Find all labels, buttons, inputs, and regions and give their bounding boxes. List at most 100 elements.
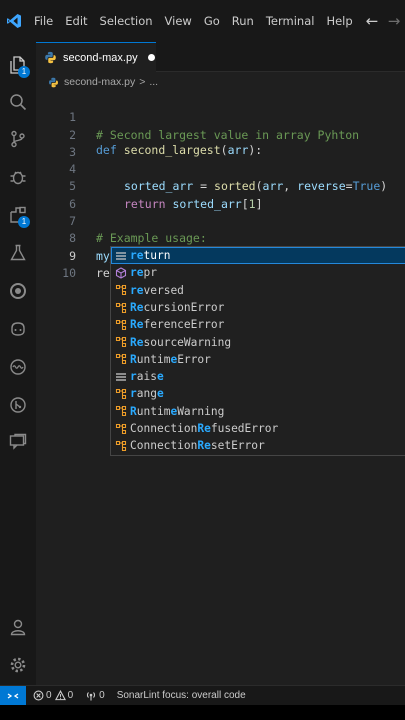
suggestion-item[interactable]: ReferenceError — [111, 316, 405, 333]
suggestion-label: RecursionError — [130, 300, 225, 314]
suggestion-item[interactable]: range — [111, 385, 405, 402]
breadcrumb: second-max.py > ... — [36, 72, 405, 92]
broadcast-icon — [87, 692, 96, 701]
sonarlint-focus-label: SonarLint focus: overall code — [116, 690, 246, 701]
suggestion-item[interactable]: ConnectionRefusedError — [111, 420, 405, 437]
status-bar: 0 0 0 SonarLint focus: overall code — [0, 685, 405, 706]
activity-bar: 1 1 — [0, 42, 36, 685]
keyword-icon — [114, 370, 128, 384]
problems-indicator[interactable]: 0 0 — [33, 690, 73, 701]
menu-help[interactable]: Help — [320, 0, 358, 42]
testing-button[interactable] — [0, 238, 36, 268]
menu-edit[interactable]: Edit — [59, 0, 93, 42]
suggestion-label: reversed — [130, 283, 184, 297]
suggestion-item[interactable]: repr — [111, 264, 405, 281]
unsaved-dot-icon[interactable] — [147, 54, 155, 61]
menu-file[interactable]: File — [28, 0, 59, 42]
extensions-button[interactable]: 1 — [0, 200, 36, 230]
remote-icon — [7, 692, 19, 699]
editor-tab-bar: second-max.py — [36, 42, 405, 72]
forward-arrow-icon[interactable]: → — [383, 12, 405, 30]
remote-indicator-button[interactable] — [0, 685, 26, 706]
suggestion-label: ReferenceError — [130, 318, 225, 332]
search-button[interactable] — [0, 87, 36, 117]
typed-text: re — [96, 265, 110, 280]
error-icon — [33, 690, 44, 701]
account-icon — [10, 619, 26, 636]
menu-go[interactable]: Go — [198, 0, 226, 42]
sonarlint-button[interactable] — [0, 276, 36, 306]
accounts-button[interactable] — [0, 612, 36, 642]
code-line: 2 — [36, 109, 405, 142]
menu-view[interactable]: View — [159, 0, 198, 42]
code-line: 4 sorted_arr = sorted(arr, reverse=True) — [36, 144, 405, 193]
class-icon — [114, 335, 128, 349]
explorer-badge: 1 — [18, 66, 30, 78]
tab-second-max-py[interactable]: second-max.py — [36, 42, 156, 72]
explorer-button[interactable]: 1 — [0, 50, 36, 80]
code-line: 8 my_array = [10, 5, 8, 12, 7] — [36, 213, 405, 262]
suggestion-item[interactable]: return — [111, 247, 405, 265]
back-arrow-icon[interactable]: ← — [361, 12, 383, 30]
source-control-button[interactable] — [0, 124, 36, 154]
class-icon — [114, 352, 128, 366]
suggestion-item[interactable]: reversed — [111, 282, 405, 299]
wave-panel-button[interactable] — [0, 352, 36, 382]
suggestion-label: raise — [130, 370, 164, 384]
class-icon — [114, 422, 128, 436]
suggestion-label: ConnectionResetError — [130, 439, 265, 453]
warning-count: 0 — [67, 690, 74, 701]
navigation-controls: ← → — [361, 0, 405, 42]
code-line: 5 return sorted_arr[1] — [36, 161, 405, 210]
menu-terminal[interactable]: Terminal — [260, 0, 321, 42]
ports-count: 0 — [99, 690, 105, 701]
breadcrumb-symbol[interactable]: ... — [149, 76, 158, 88]
remote-explorer-button[interactable] — [0, 427, 36, 457]
breadcrumb-separator: > — [139, 76, 146, 88]
suggestion-item[interactable]: ResourceWarning — [111, 334, 405, 351]
menu-selection[interactable]: Selection — [94, 0, 159, 42]
tab-label: second-max.py — [63, 51, 138, 64]
suggestion-item[interactable]: ConnectionResetError — [111, 437, 405, 454]
bug-icon — [10, 171, 26, 185]
run-debug-button[interactable] — [0, 162, 36, 192]
vscode-logo-icon[interactable] — [0, 0, 28, 42]
suggestion-label: return — [130, 249, 171, 262]
class-icon — [114, 387, 128, 401]
suggestion-item[interactable]: RecursionError — [111, 299, 405, 316]
keyword-icon — [114, 249, 128, 263]
suggestion-label: ResourceWarning — [130, 335, 232, 349]
manage-button[interactable] — [0, 650, 36, 680]
error-count: 0 — [46, 690, 52, 701]
copilot-icon — [11, 322, 25, 336]
suggestion-item[interactable]: RuntimeError — [111, 351, 405, 368]
class-icon — [114, 404, 128, 418]
line-number: 10 — [62, 265, 76, 280]
git-graph-button[interactable] — [0, 390, 36, 420]
function-cube-icon — [114, 266, 128, 280]
suggestion-item[interactable]: raise — [111, 368, 405, 385]
code-line: def second_largest(arr): — [36, 125, 405, 157]
python-file-icon — [49, 77, 58, 87]
class-icon — [114, 283, 128, 297]
code-line: 7 # Example usage: — [36, 196, 405, 245]
flask-icon — [10, 244, 26, 261]
sonarlint-icon — [10, 283, 26, 299]
warning-icon — [54, 690, 66, 701]
suggestion-label: range — [130, 387, 164, 401]
chat-icon — [9, 433, 27, 450]
gear-icon — [10, 657, 26, 673]
suggestion-label: RuntimeWarning — [130, 404, 225, 418]
sonarlint-status[interactable]: SonarLint focus: overall code — [117, 690, 246, 701]
extensions-badge: 1 — [18, 216, 30, 228]
ports-indicator[interactable]: 0 — [85, 690, 105, 701]
breadcrumb-file[interactable]: second-max.py — [64, 76, 135, 88]
class-icon — [114, 301, 128, 315]
menu-run[interactable]: Run — [226, 0, 260, 42]
menu-bar: File Edit Selection View Go Run Terminal… — [28, 0, 359, 42]
screen-bottom-edge — [0, 705, 405, 720]
source-control-icon — [11, 130, 25, 148]
copilot-button[interactable] — [0, 314, 36, 344]
wave-icon — [10, 359, 26, 375]
suggestion-item[interactable]: RuntimeWarning — [111, 403, 405, 420]
